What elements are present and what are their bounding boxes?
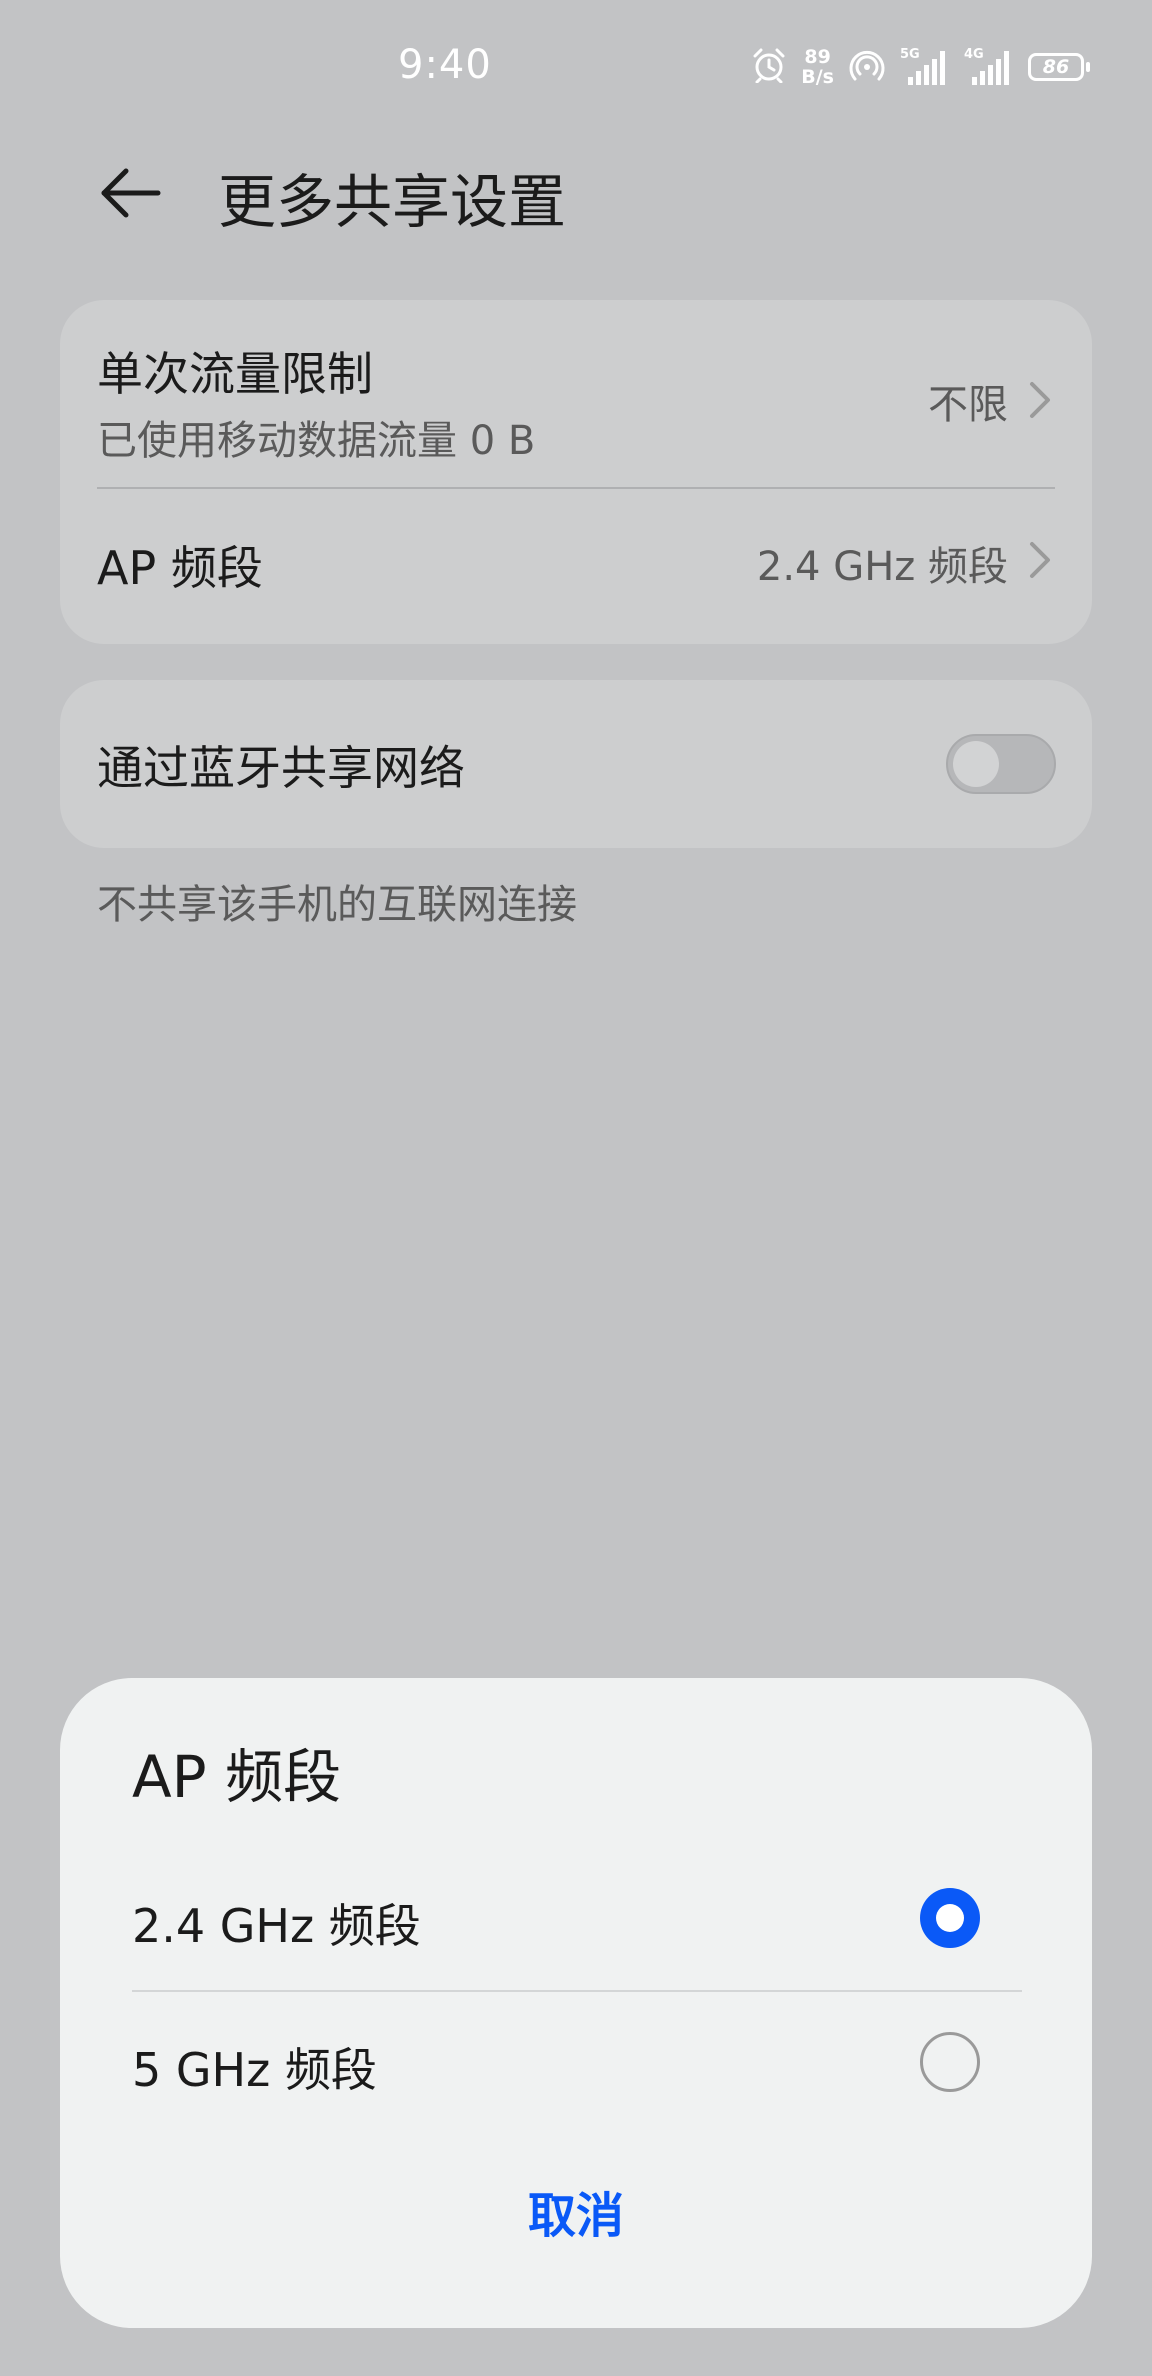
alarm-icon [751,47,787,87]
dialog-title: AP 频段 [132,1743,342,1811]
signal-4g-icon: 4G [964,47,1014,87]
data-limit-title: 单次流量限制 [97,347,373,401]
battery-icon: 86 [1028,53,1090,81]
chevron-right-icon [1026,378,1054,422]
status-time: 9:40 [398,42,492,88]
battery-level: 86 [1042,56,1070,78]
data-limit-subtitle: 已使用移动数据流量 0 B [97,418,536,464]
option-label: 2.4 GHz 频段 [132,1899,421,1953]
ap-band-dialog: AP 频段 2.4 GHz 频段 5 GHz 频段 取消 [60,1678,1092,2328]
network-speed: 89 B/s [801,47,834,87]
status-icons: 89 B/s 5G 4G 86 [751,44,1090,90]
settings-card-hotspot: 单次流量限制 已使用移动数据流量 0 B 不限 AP 频段 2.4 GHz 频段 [60,300,1092,644]
status-bar: 9:40 89 B/s 5G 4G 86 [0,0,1152,130]
signal-4g-tag: 4G [964,47,984,62]
radio-unselected-icon[interactable] [920,2032,980,2092]
divider [97,487,1055,489]
divider [132,1990,1022,1992]
bluetooth-tethering-title: 通过蓝牙共享网络 [97,741,465,795]
arrow-left-icon[interactable] [96,158,166,228]
radio-selected-icon[interactable] [920,1888,980,1948]
page-title: 更多共享设置 [218,168,567,236]
option-label: 5 GHz 频段 [132,2043,377,2097]
bluetooth-tethering-toggle[interactable] [946,734,1056,794]
ap-band-value: 2.4 GHz 频段 [756,544,1008,590]
hotspot-icon [848,47,886,87]
network-speed-unit: B/s [801,66,834,88]
signal-5g-icon: 5G [900,47,950,87]
bluetooth-tethering-caption: 不共享该手机的互联网连接 [97,882,577,928]
data-limit-value: 不限 [928,382,1008,428]
toggle-knob [953,741,999,787]
signal-5g-tag: 5G [900,47,920,62]
cancel-button[interactable]: 取消 [60,2176,1092,2246]
network-speed-value: 89 [804,46,831,68]
settings-card-bluetooth: 通过蓝牙共享网络 [60,680,1092,848]
chevron-right-icon [1026,538,1054,582]
ap-band-title: AP 频段 [97,541,263,595]
